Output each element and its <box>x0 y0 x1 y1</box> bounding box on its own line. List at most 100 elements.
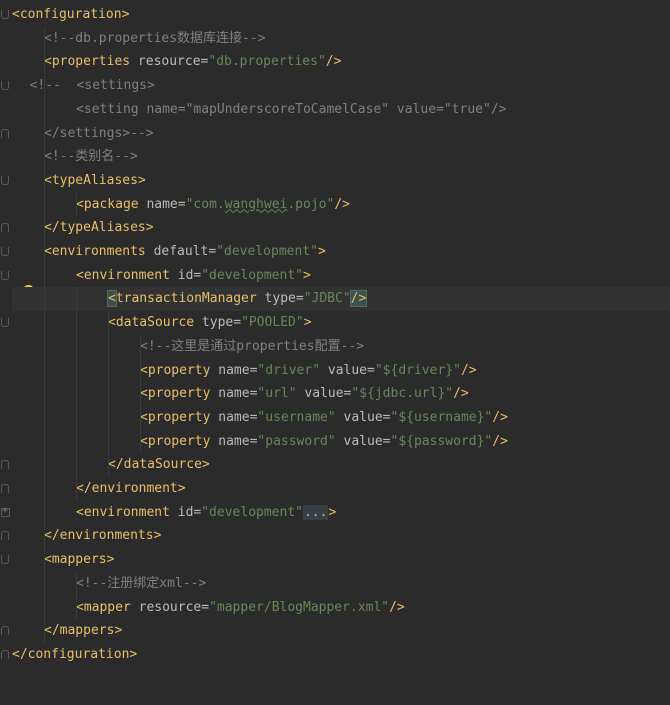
code-token: value= <box>335 433 391 449</box>
code-token: /> <box>453 386 469 402</box>
code-token: "com. <box>185 196 225 212</box>
code-token: default= <box>153 244 217 259</box>
fold-marker-icon[interactable] <box>1 318 9 328</box>
code-token: /> <box>349 290 368 308</box>
code-line[interactable]: <package name="com.wanghwei.pojo"/> <box>12 193 670 217</box>
code-token: value= <box>335 409 391 425</box>
fold-marker-icon[interactable] <box>1 484 9 493</box>
text-caret <box>366 291 368 307</box>
code-line[interactable]: <mappers> <box>12 548 670 572</box>
code-token: <property <box>140 433 219 449</box>
code-token: </dataSource> <box>108 457 210 473</box>
expand-fold-icon[interactable] <box>1 505 10 517</box>
code-line[interactable]: </settings>--> <box>12 122 670 146</box>
code-line[interactable]: <property name="password" value="${passw… <box>12 430 670 454</box>
code-editor[interactable]: <configuration> <!--db.properties数据库连接-->… <box>12 0 670 705</box>
code-token: "development" <box>201 267 303 283</box>
code-token: <environments <box>44 244 154 259</box>
code-token: <property <box>140 386 219 402</box>
code-token: "${password}" <box>390 433 493 449</box>
fold-marker-icon[interactable] <box>1 555 9 565</box>
code-line-content: <environment id="development"...> <box>76 501 336 525</box>
code-line-content: <property name="username" value="${usern… <box>140 406 508 430</box>
code-line[interactable]: <setting name="mapUnderscoreToCamelCase"… <box>12 98 670 122</box>
code-line-content: <package name="com.wanghwei.pojo"/> <box>76 193 350 217</box>
code-token: value= <box>320 362 375 378</box>
code-line-content: </environments> <box>44 524 161 548</box>
code-token: <!--db.properties数据库连接--> <box>44 30 266 46</box>
code-line[interactable]: <environment id="development"...> <box>12 501 670 525</box>
code-token: resource= <box>137 54 209 70</box>
code-line[interactable]: </typeAliases> <box>12 216 670 240</box>
code-line-content: <properties resource="db.properties"/> <box>44 50 341 74</box>
code-line[interactable]: <!--这里是通过properties配置--> <box>12 335 670 359</box>
folded-region-placeholder[interactable]: ... <box>302 504 329 520</box>
code-token: <mapper <box>76 599 139 615</box>
code-token: <!-- <settings> <box>29 78 155 94</box>
fold-marker-icon[interactable] <box>1 223 9 233</box>
code-token: /> <box>389 599 405 615</box>
code-token: id= <box>177 504 202 520</box>
code-line[interactable]: <configuration> <box>12 3 670 27</box>
code-line[interactable]: <!--类别名--> <box>12 145 670 169</box>
code-line[interactable]: <transactionManager type="JDBC"/> <box>12 287 670 312</box>
code-line[interactable]: </dataSource> <box>12 453 670 477</box>
code-line-content: <dataSource type="POOLED"> <box>108 311 312 335</box>
fold-marker-icon[interactable] <box>1 626 9 636</box>
code-token: "db.properties" <box>208 54 326 70</box>
code-token: transactionManager <box>115 291 265 307</box>
code-line-content: </configuration> <box>12 643 137 667</box>
code-line[interactable]: <property name="url" value="${jdbc.url}"… <box>12 382 670 406</box>
code-token: <dataSource <box>108 315 202 331</box>
code-line[interactable]: </configuration> <box>12 643 670 667</box>
code-line-content: <mappers> <box>44 548 114 572</box>
code-line[interactable]: <!--注册绑定xml--> <box>12 572 670 596</box>
code-line[interactable]: <!--db.properties数据库连接--> <box>12 27 670 51</box>
code-token: <setting name="mapUnderscoreToCamelCase"… <box>76 101 507 117</box>
code-token: <property <box>140 409 219 425</box>
fold-marker-icon[interactable] <box>1 175 9 185</box>
code-line-content: </typeAliases> <box>44 216 154 240</box>
code-token: "${driver}" <box>374 362 461 378</box>
code-line[interactable]: <environment id="development"> <box>12 264 670 288</box>
code-token: <properties <box>44 54 138 70</box>
code-token: resource= <box>138 599 210 615</box>
code-token: /> <box>325 54 342 70</box>
code-line[interactable]: </mappers> <box>12 619 670 643</box>
code-line[interactable]: <property name="driver" value="${driver}… <box>12 359 670 383</box>
code-line[interactable]: </environments> <box>12 524 670 548</box>
code-line-content: <!--db.properties数据库连接--> <box>44 27 266 51</box>
fold-marker-icon[interactable] <box>1 247 9 256</box>
editor-gutter[interactable] <box>0 0 12 705</box>
code-line-content: </environment> <box>76 477 186 501</box>
code-token: <package <box>76 196 147 212</box>
code-token: .pojo" <box>287 196 335 212</box>
code-token: value= <box>296 386 352 402</box>
code-token: <property <box>140 362 219 378</box>
code-line[interactable]: </environment> <box>12 477 670 501</box>
fold-marker-icon[interactable] <box>1 128 9 138</box>
code-line[interactable]: <typeAliases> <box>12 169 670 193</box>
code-token: <environment <box>76 504 178 520</box>
fold-marker-icon[interactable] <box>1 10 9 19</box>
code-token: "username" <box>257 409 336 425</box>
fold-marker-icon[interactable] <box>1 649 9 659</box>
code-token: <environment <box>76 267 178 283</box>
code-line-content: <property name="password" value="${passw… <box>140 430 508 454</box>
indent-guide <box>76 192 77 217</box>
code-line-content: <!--注册绑定xml--> <box>76 572 206 596</box>
code-line[interactable]: <!-- <settings> <box>12 74 670 98</box>
indent-guide <box>44 26 45 643</box>
fold-marker-icon[interactable] <box>1 270 9 280</box>
code-line[interactable]: <dataSource type="POOLED"> <box>12 311 670 335</box>
code-line[interactable]: <properties resource="db.properties"/> <box>12 50 670 74</box>
fold-marker-icon[interactable] <box>1 81 9 91</box>
fold-marker-icon[interactable] <box>1 531 9 541</box>
code-line[interactable]: <environments default="development"> <box>12 240 670 264</box>
code-line-content: <!--这里是通过properties配置--> <box>140 335 364 359</box>
fold-marker-icon[interactable] <box>1 460 9 470</box>
code-token: <configuration> <box>12 7 130 22</box>
code-line[interactable]: <property name="username" value="${usern… <box>12 406 670 430</box>
code-line[interactable]: <mapper resource="mapper/BlogMapper.xml"… <box>12 596 670 620</box>
code-line-content: <setting name="mapUnderscoreToCamelCase"… <box>76 98 506 122</box>
